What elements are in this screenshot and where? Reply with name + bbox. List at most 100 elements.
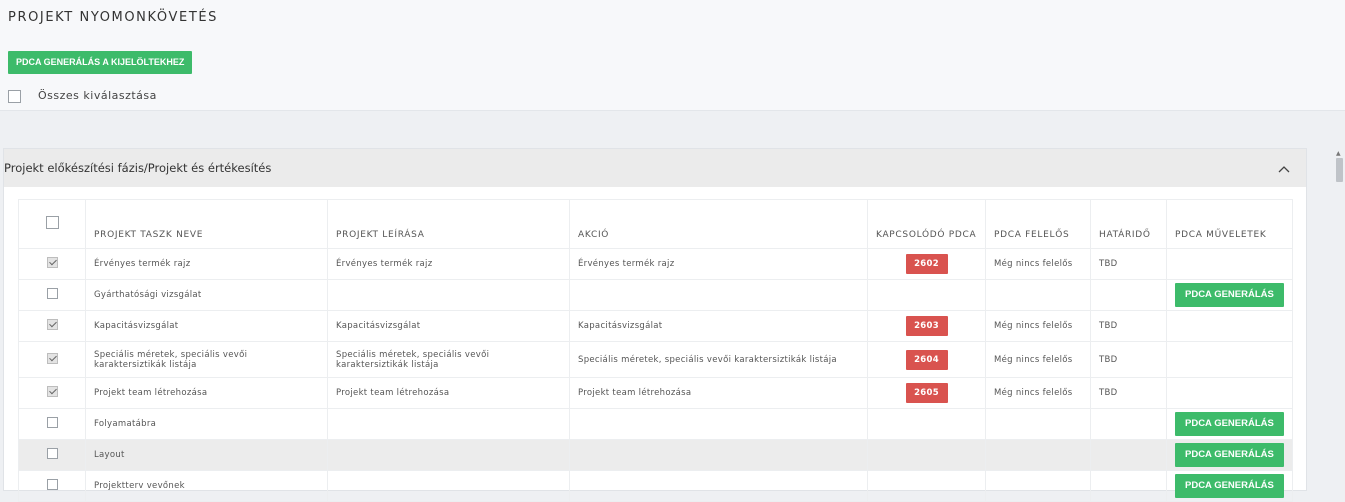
header-deadline: HATÁRIDŐ [1090,199,1167,249]
deadline-cell: TBD [1090,341,1167,378]
project-phase-panel: Projekt előkészítési fázis/Projekt és ér… [3,148,1307,502]
description-cell: Projekt team létrehozása [327,377,570,409]
table-row: Érvényes termék rajz Érvényes termék rajz… [18,248,1293,280]
action-cell: Érvényes termék rajz [569,248,868,280]
table-row: Projekt team létrehozása Projekt team lét… [18,377,1293,409]
task-cell: Layout [85,439,328,471]
row-select-cell [18,279,86,311]
owner-cell [985,470,1091,502]
row-checkbox[interactable] [46,257,58,268]
header-description: PROJEKT LEÍRÁSA [327,199,570,249]
row-checkbox[interactable] [46,448,58,459]
scrollbar[interactable]: ▲ [1333,148,1345,489]
pdca-badge[interactable]: 2603 [905,316,948,336]
row-checkbox[interactable] [46,288,58,299]
description-cell [327,279,570,311]
pdca-cell [867,408,986,440]
header-ops: PDCA MŰVELETEK [1166,199,1293,249]
scroll-up-arrow-icon[interactable]: ▲ [1336,150,1341,157]
pdca-generate-button[interactable]: PDCA GENERÁLÁS [1175,443,1284,467]
table-row: Speciális méretek, speciális vevői karak… [18,341,1293,378]
pdca-generate-button[interactable]: PDCA GENERÁLÁS [1175,474,1284,498]
deadline-cell [1090,279,1167,311]
action-cell: Projekt team létrehozása [569,377,868,409]
header-action: AKCIÓ [569,199,868,249]
header-owner: PDCA FELELŐS [985,199,1091,249]
pdca-cell: 2602 [867,248,986,280]
pdca-cell [867,439,986,471]
pdca-cell: 2605 [867,377,986,409]
deadline-cell: TBD [1090,377,1167,409]
owner-cell: Még nincs felelős [985,341,1091,378]
task-cell: Érvényes termék rajz [85,248,328,280]
task-cell: Kapacitásvizsgálat [85,310,328,342]
pdca-badge[interactable]: 2605 [905,383,948,403]
table-header-row: PROJEKT TASZK NEVE PROJEKT LEÍRÁSA AKCIÓ… [18,199,1293,249]
action-cell: Kapacitásvizsgálat [569,310,868,342]
pdca-badge[interactable]: 2604 [905,349,948,370]
panel-title: Projekt előkészítési fázis/Projekt és ér… [4,161,272,175]
description-cell: Speciális méretek, speciális vevői karak… [327,341,570,378]
task-table: PROJEKT TASZK NEVE PROJEKT LEÍRÁSA AKCIÓ… [18,199,1293,502]
row-select-cell [18,377,86,409]
owner-cell: Még nincs felelős [985,310,1091,342]
deadline-cell: TBD [1090,248,1167,280]
description-cell: Kapacitásvizsgálat [327,310,570,342]
pdca-generate-button[interactable]: PDCA GENERÁLÁS [1175,412,1284,436]
row-checkbox[interactable] [46,352,58,364]
header-task: PROJEKT TASZK NEVE [85,199,328,249]
ops-cell [1166,341,1293,378]
row-select-cell [18,341,86,378]
action-cell: Speciális méretek, speciális vevői karak… [569,341,868,378]
action-cell [569,408,868,440]
row-select-cell [18,408,86,440]
owner-cell: Még nincs felelős [985,248,1091,280]
task-cell: Speciális méretek, speciális vevői karak… [85,341,328,378]
row-checkbox[interactable] [46,319,58,330]
ops-cell: PDCA GENERÁLÁS [1166,470,1293,502]
pdca-cell [867,470,986,502]
deadline-cell [1090,408,1167,440]
table-row: Layout PDCA GENERÁLÁS [18,439,1293,471]
panel-header[interactable]: Projekt előkészítési fázis/Projekt és ér… [4,149,1306,187]
scroll-thumb[interactable] [1336,158,1343,182]
row-checkbox[interactable] [46,417,58,428]
description-cell [327,439,570,471]
pdca-badge[interactable]: 2602 [905,254,948,274]
row-select-cell [18,248,86,280]
top-bar: PROJEKT NYOMONKÖVETÉS PDCA GENERÁLÁS A K… [0,0,1345,111]
ops-cell [1166,248,1293,280]
row-checkbox[interactable] [46,386,58,397]
table-row: Kapacitásvizsgálat Kapacitásvizsgálat Kapa… [18,310,1293,342]
deadline-cell: TBD [1090,310,1167,342]
row-select-cell [18,470,86,502]
action-cell [569,439,868,471]
chevron-up-icon[interactable] [1276,161,1292,177]
row-select-cell [18,310,86,342]
task-cell: Projektterv vevőnek [85,470,328,502]
select-all-label: Összes kiválasztása [38,89,157,102]
deadline-cell [1090,470,1167,502]
pdca-generate-button[interactable]: PDCA GENERÁLÁS [1175,283,1284,307]
table-row: Folyamatábra PDCA GENERÁLÁS [18,408,1293,440]
generate-selected-button[interactable]: PDCA GENERÁLÁS A KIJELÖLTEKHEZ [8,51,193,74]
action-cell [569,279,868,311]
header-pdca: KAPCSOLÓDÓ PDCA [867,199,986,249]
header-checkbox[interactable] [45,216,59,229]
owner-cell: Még nincs felelős [985,377,1091,409]
task-cell: Projekt team létrehozása [85,377,328,409]
description-cell: Érvényes termék rajz [327,248,570,280]
ops-cell [1166,377,1293,409]
deadline-cell [1090,439,1167,471]
pdca-cell [867,279,986,311]
ops-cell: PDCA GENERÁLÁS [1166,439,1293,471]
task-cell: Folyamatábra [85,408,328,440]
select-all-checkbox[interactable] [8,90,21,103]
owner-cell [985,279,1091,311]
row-checkbox[interactable] [46,479,58,490]
owner-cell [985,408,1091,440]
pdca-cell: 2603 [867,310,986,342]
owner-cell [985,439,1091,471]
table-body: Érvényes termék rajz Érvényes termék rajz… [18,248,1293,502]
ops-cell [1166,310,1293,342]
